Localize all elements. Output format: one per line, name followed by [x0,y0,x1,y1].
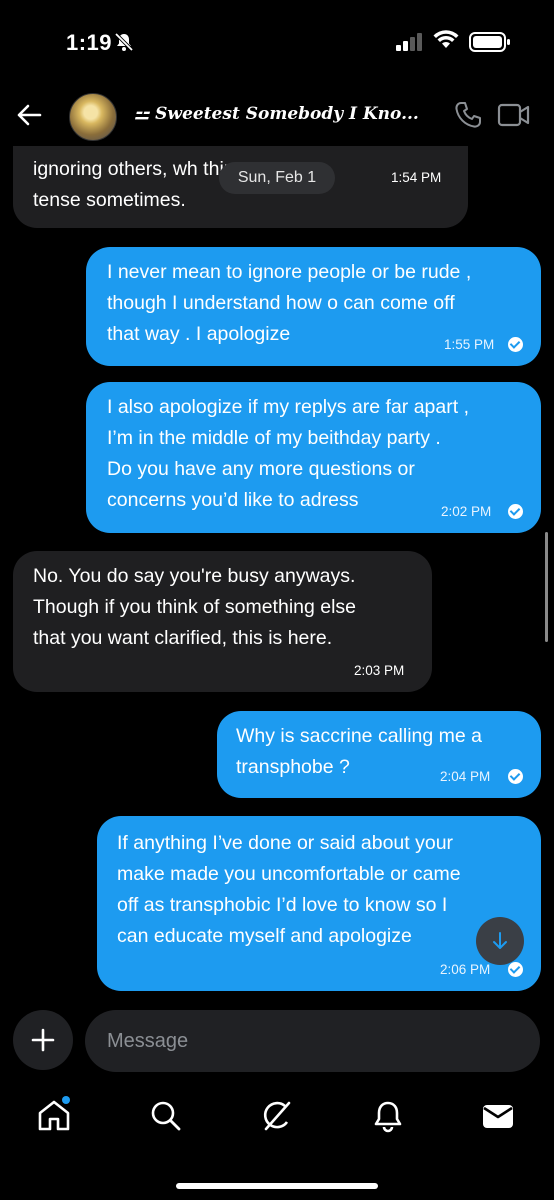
back-arrow-icon[interactable] [14,100,44,130]
message-time: 1:54 PM [391,170,442,185]
read-check-icon [508,769,523,784]
read-check-icon [508,504,523,519]
message-bubble-outgoing[interactable]: I also apologize if my replys are far ap… [86,382,541,533]
battery-icon [469,32,510,52]
plus-icon [31,1028,55,1052]
read-check-icon [508,962,523,977]
message-bubble-incoming[interactable]: No. You do say you're busy anyways. Thou… [13,551,432,692]
bottom-nav [0,1090,554,1150]
add-attachment-button[interactable] [13,1010,73,1070]
wifi-icon [433,30,459,48]
message-time: 2:06 PM [440,962,491,977]
nav-grok[interactable] [259,1098,299,1138]
arrow-down-icon [493,932,507,949]
nav-messages[interactable] [480,1098,520,1138]
nav-search[interactable] [148,1098,188,1138]
message-bubble-outgoing[interactable]: If anything I’ve done or said about your… [97,816,541,991]
read-check-icon [508,337,523,352]
message-time: 2:04 PM [440,769,491,784]
conversation-title[interactable]: ⚍ Sweetest Somebody I Kno... [134,104,429,124]
scrollbar[interactable] [545,532,548,642]
messages-icon [483,1105,513,1128]
signal-icon [396,33,422,51]
message-list[interactable]: ignoring others, wh things tense sometim… [0,146,554,1006]
video-icon[interactable] [497,102,531,128]
message-text: I also apologize if my replys are far ap… [107,396,469,511]
message-input[interactable] [85,1010,540,1072]
status-bar: 1:19 [0,0,554,86]
phone-icon[interactable] [453,100,483,130]
status-time: 1:19 [66,30,113,55]
conversation-header: ⚍ Sweetest Somebody I Kno... [0,86,554,146]
message-time: 1:55 PM [444,337,495,352]
message-time: 2:02 PM [441,504,492,519]
message-bubble-outgoing[interactable]: Why is saccrine calling me a transphobe … [217,711,541,798]
nav-notifications[interactable] [370,1098,410,1138]
search-icon [151,1101,181,1131]
avatar[interactable] [69,93,117,141]
message-text: I never mean to ignore people or be rude… [107,261,472,345]
scroll-to-bottom-button[interactable] [476,917,524,965]
date-separator: Sun, Feb 1 [219,162,335,194]
bell-slash-icon [114,32,134,52]
home-indicator[interactable] [176,1183,378,1189]
message-text: No. You do say you're busy anyways. Thou… [33,565,357,649]
composer [0,1006,554,1076]
message-bubble-outgoing[interactable]: I never mean to ignore people or be rude… [86,247,541,366]
notifications-icon [374,1101,402,1133]
nav-home[interactable] [36,1096,76,1138]
message-time: 2:03 PM [354,663,405,678]
notification-dot [62,1096,70,1104]
grok-icon [263,1101,291,1131]
message-text: If anything I’ve done or said about your… [117,832,461,947]
